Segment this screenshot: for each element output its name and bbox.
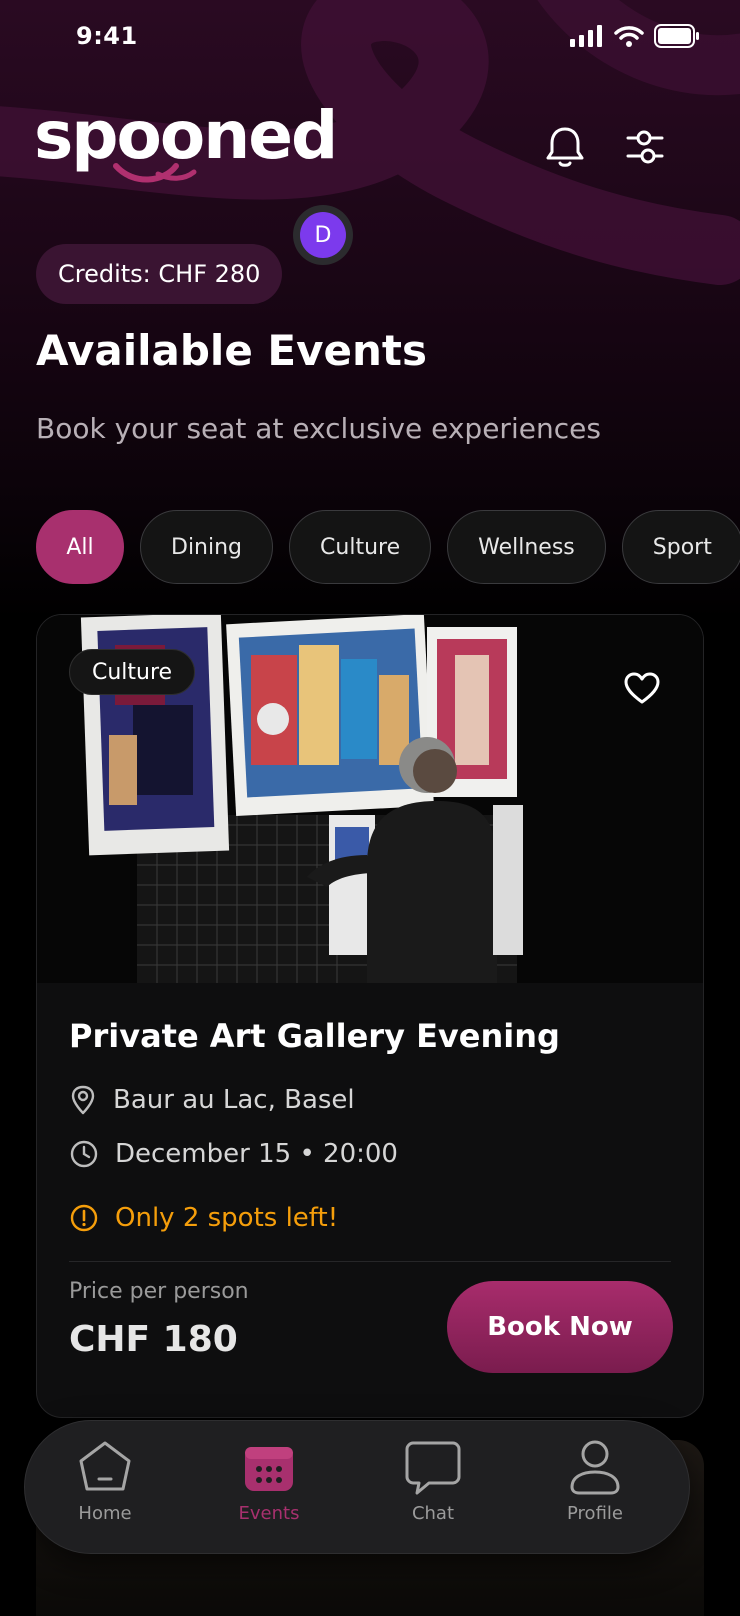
- filter-chip-sport[interactable]: Sport: [621, 510, 740, 584]
- category-tag: Culture: [69, 649, 196, 695]
- location-pin-icon: [71, 1085, 95, 1115]
- tab-profile-label: Profile: [567, 1503, 623, 1524]
- price-label: Price per person: [69, 1279, 249, 1304]
- card-divider: [69, 1261, 671, 1262]
- availability-warning: Only 2 spots left!: [115, 1203, 339, 1233]
- tab-home[interactable]: Home: [45, 1439, 165, 1524]
- tab-chat-label: Chat: [411, 1503, 455, 1524]
- wifi-icon: [614, 26, 644, 47]
- book-now-button[interactable]: Book Now: [447, 1281, 673, 1373]
- bell-icon: [546, 127, 584, 167]
- calendar-icon: [245, 1447, 293, 1491]
- category-filters: All Dining Culture Wellness Sport: [36, 510, 740, 584]
- event-image: Culture: [37, 615, 703, 983]
- event-location: Baur au Lac, Basel: [113, 1085, 355, 1115]
- credits-badge: Credits: CHF 280: [36, 244, 283, 304]
- event-card[interactable]: Culture Private Art Gallery Evening Baur…: [36, 614, 704, 1418]
- events-screen: 9:41 spooned Credits: CHF 280 D Availabl…: [0, 0, 740, 1616]
- filter-chip-all[interactable]: All: [36, 510, 124, 584]
- alert-icon: [70, 1204, 98, 1232]
- tab-profile[interactable]: Profile: [535, 1439, 655, 1524]
- page-subtitle: Book your seat at exclusive experiences: [36, 412, 601, 445]
- page-title: Available Events: [36, 326, 427, 375]
- sliders-icon: [626, 130, 664, 164]
- bottom-tab-bar: Home Events Chat Profile: [24, 1420, 690, 1554]
- event-title: Private Art Gallery Evening: [69, 1017, 560, 1055]
- clock-icon: [70, 1140, 98, 1168]
- tab-chat[interactable]: Chat: [373, 1439, 493, 1524]
- spooned-logo: spooned: [34, 97, 338, 183]
- status-time: 9:41: [76, 22, 138, 50]
- chat-icon: [405, 1441, 461, 1495]
- filter-chip-dining[interactable]: Dining: [140, 510, 274, 584]
- profile-icon: [570, 1440, 620, 1495]
- battery-icon: [654, 24, 699, 48]
- event-datetime-row: December 15 • 20:00: [69, 1139, 398, 1169]
- tab-events-label: Events: [238, 1503, 300, 1524]
- filter-chip-culture[interactable]: Culture: [289, 510, 432, 584]
- filter-chip-wellness[interactable]: Wellness: [447, 510, 606, 584]
- tab-home-label: Home: [78, 1503, 132, 1524]
- event-location-row: Baur au Lac, Basel: [69, 1085, 355, 1115]
- avatar: D: [300, 212, 346, 258]
- status-icons: [570, 24, 700, 48]
- notifications-button[interactable]: [540, 122, 590, 172]
- availability-row: Only 2 spots left!: [69, 1203, 338, 1233]
- event-price: CHF 180: [69, 1319, 238, 1360]
- signal-icon: [570, 25, 602, 47]
- favorite-button[interactable]: [619, 665, 665, 711]
- credits-label: Credits: CHF 280: [58, 260, 261, 288]
- avatar-button[interactable]: D: [293, 205, 353, 265]
- svg-text:spooned: spooned: [34, 97, 336, 174]
- event-datetime: December 15 • 20:00: [115, 1139, 398, 1169]
- tab-events[interactable]: Events: [209, 1439, 329, 1524]
- home-icon: [79, 1441, 131, 1491]
- filter-settings-button[interactable]: [620, 122, 670, 172]
- heart-icon: [624, 672, 660, 704]
